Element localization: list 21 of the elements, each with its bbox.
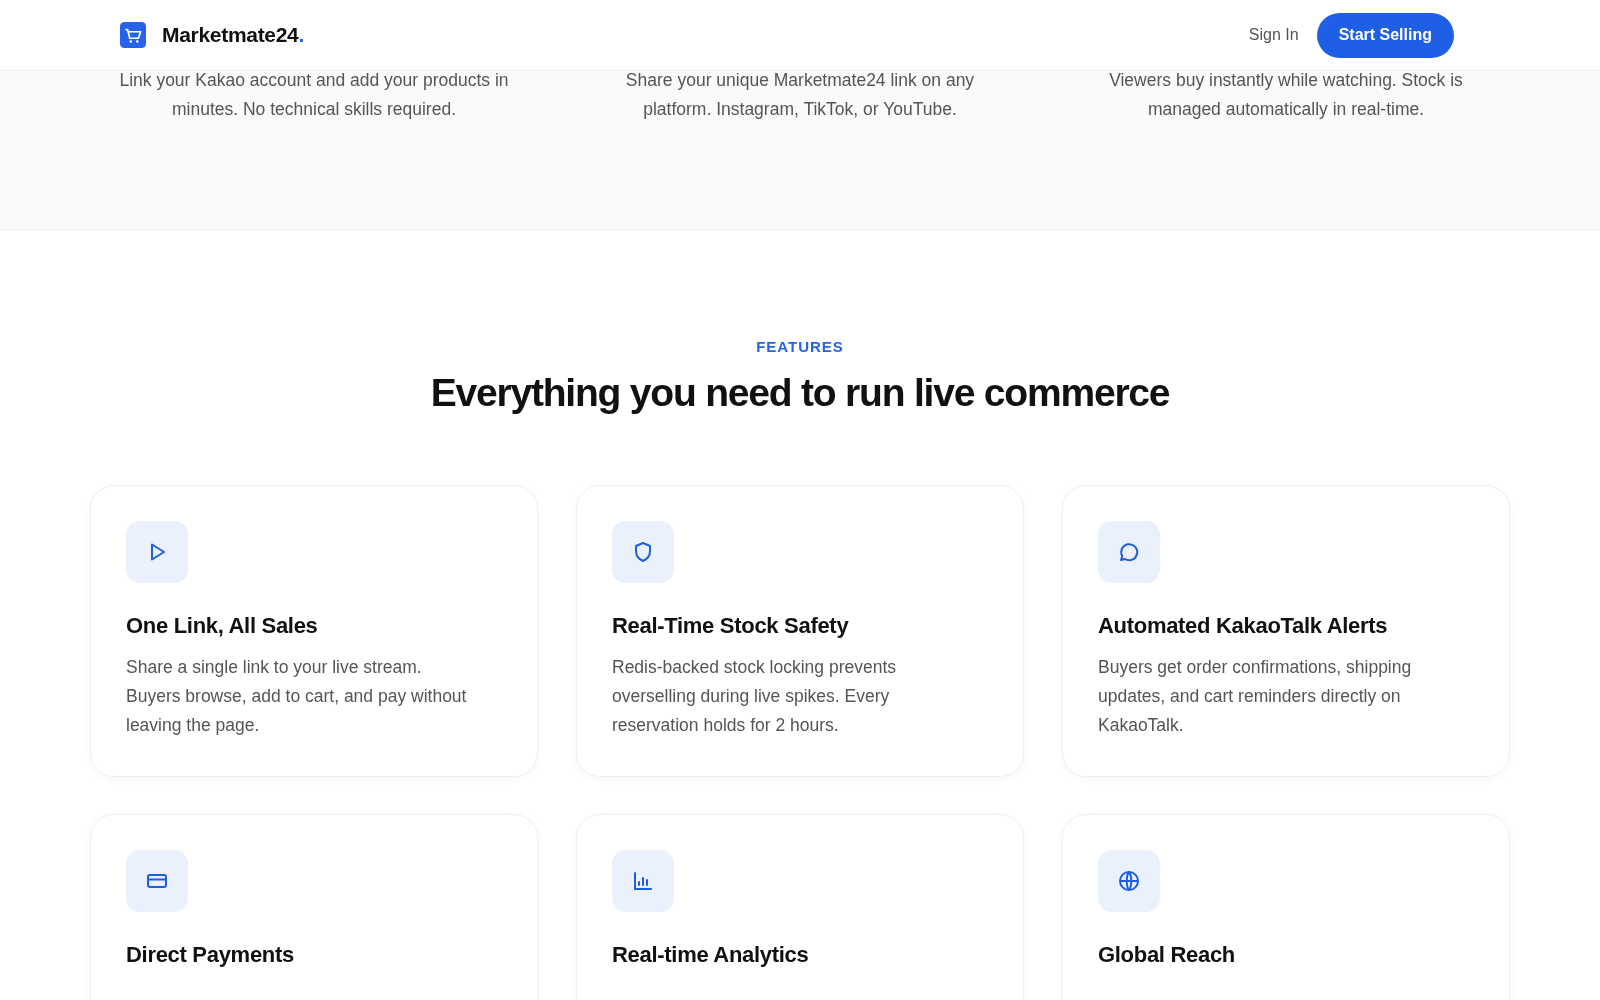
brand-name[interactable]: Marketmate24. bbox=[162, 23, 305, 47]
chat-bubble-icon bbox=[1117, 540, 1141, 564]
feature-title: Global Reach bbox=[1098, 942, 1236, 968]
section-heading: Everything you need to run live commerce bbox=[429, 371, 1171, 415]
step-description: Link your Kakao account and add your products in minutes. No technical skills required. bbox=[118, 69, 510, 121]
start-selling-button[interactable]: Start Selling bbox=[1316, 12, 1454, 58]
section-eyebrow: FEATURES bbox=[755, 338, 845, 355]
feature-description: Share a single link to your live stream. Buyers browse, add to cart, and pay without leaving the page. bbox=[126, 656, 468, 737]
feature-description: Buyers get order confirmations, shipping updates, and cart reminders directly on KakaoTalk. bbox=[1098, 656, 1413, 737]
feature-title: Real-time Analytics bbox=[612, 942, 810, 968]
bar-chart-icon bbox=[631, 869, 655, 893]
globe-icon bbox=[1117, 869, 1141, 893]
shopping-cart-logo-icon bbox=[120, 22, 146, 48]
feature-title: Real-Time Stock Safety bbox=[612, 613, 850, 639]
step-description: Viewers buy instantly while watching. Stock is managed automatically in real-time. bbox=[1108, 69, 1464, 121]
step-description: Share your unique Marketmate24 link on any platform. Instagram, TikTok, or YouTube. bbox=[624, 69, 976, 121]
sign-in-link[interactable]: Sign In bbox=[1248, 26, 1299, 44]
feature-title: Direct Payments bbox=[126, 942, 295, 968]
feature-title: One Link, All Sales bbox=[126, 613, 319, 639]
feature-title: Automated KakaoTalk Alerts bbox=[1098, 613, 1389, 639]
feature-description: Redis-backed stock locking prevents overselling during live spikes. Every reservation holds for 2 hours. bbox=[612, 656, 898, 737]
